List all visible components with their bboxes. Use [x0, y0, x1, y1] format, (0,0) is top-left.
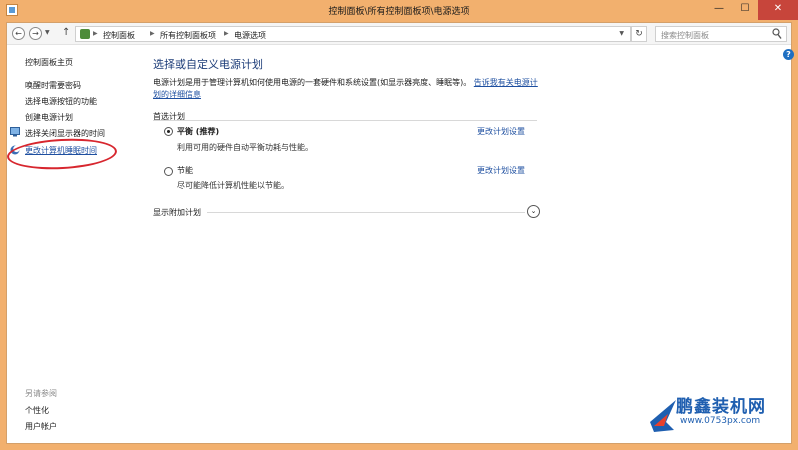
plan-power-saver-name[interactable]: 节能	[177, 165, 193, 176]
see-also-personalization[interactable]: 个性化	[25, 405, 49, 416]
window-title: 控制面板\所有控制面板项\电源选项	[328, 7, 470, 17]
sidebar-item-display-off[interactable]: 选择关闭显示器的时间	[25, 128, 105, 139]
expand-chevron-icon[interactable]: ⌄	[527, 205, 540, 218]
plan-balanced-description: 利用可用的硬件自动平衡功耗与性能。	[177, 143, 313, 152]
watermark-name: 鹏鑫装机网	[676, 397, 766, 417]
refresh-button[interactable]: ↻	[631, 26, 647, 42]
title-bar[interactable]: 控制面板\所有控制面板项\电源选项 — ☐ ✕	[0, 0, 798, 22]
see-also-heading: 另请参阅	[25, 389, 57, 398]
power-options-window: 控制面板\所有控制面板项\电源选项 — ☐ ✕ ← → ▼ ↑ ▶ 控制面板 ▶…	[0, 0, 798, 450]
sidebar-item-sleep-time[interactable]: 更改计算机睡眠时间	[25, 145, 97, 156]
see-also-user-accounts[interactable]: 用户帐户	[25, 421, 57, 432]
section-divider	[153, 120, 537, 121]
monitor-icon	[10, 127, 20, 137]
plan-balanced-name[interactable]: 平衡 (推荐)	[177, 126, 219, 137]
additional-plans-divider	[207, 212, 525, 213]
maximize-button[interactable]: ☐	[732, 0, 758, 20]
plan-balanced-change-settings-link[interactable]: 更改计划设置	[477, 126, 525, 137]
search-input[interactable]: 搜索控制面板	[655, 26, 787, 42]
forward-button[interactable]: →	[29, 27, 42, 40]
back-button[interactable]: ←	[12, 27, 25, 40]
breadcrumb-power-options[interactable]: 电源选项	[234, 30, 266, 41]
minimize-button[interactable]: —	[706, 0, 732, 20]
show-additional-plans-label[interactable]: 显示附加计划	[153, 207, 201, 218]
breadcrumb-control-panel[interactable]: 控制面板	[103, 30, 135, 41]
watermark-url: www.0753px.com	[680, 416, 761, 426]
control-panel-icon	[80, 29, 90, 39]
plan-power-saver-change-settings-link[interactable]: 更改计划设置	[477, 165, 525, 176]
breadcrumb-separator-icon[interactable]: ▶	[224, 30, 229, 37]
page-title: 选择或自定义电源计划	[153, 58, 263, 71]
client-area: ← → ▼ ↑ ▶ 控制面板 ▶ 所有控制面板项 ▶ 电源选项 ▼ ↻ 搜索控制…	[6, 22, 794, 444]
plan-power-saver-description: 尽可能降低计算机性能以节能。	[177, 181, 289, 190]
search-icon[interactable]	[772, 28, 782, 40]
address-toolbar: ← → ▼ ↑ ▶ 控制面板 ▶ 所有控制面板项 ▶ 电源选项 ▼ ↻ 搜索控制…	[7, 23, 791, 45]
up-button[interactable]: ↑	[62, 27, 70, 38]
breadcrumb-separator-icon[interactable]: ▶	[93, 30, 98, 37]
close-button[interactable]: ✕	[758, 0, 798, 20]
moon-sleep-icon	[10, 145, 20, 155]
bird-logo-icon	[650, 400, 676, 432]
watermark-logo: 鹏鑫装机网 www.0753px.com	[648, 390, 794, 446]
plan-balanced-radio[interactable]	[164, 127, 173, 136]
breadcrumb-all-items[interactable]: 所有控制面板项	[160, 30, 216, 41]
sidebar-item-power-button[interactable]: 选择电源按钮的功能	[25, 96, 97, 107]
help-icon[interactable]: ?	[783, 49, 794, 60]
plan-power-saver-radio[interactable]	[164, 167, 173, 176]
page-description: 电源计划是用于管理计算机如何使用电源的一套硬件和系统设置(如显示器亮度、睡眠等)…	[153, 77, 543, 101]
sidebar-item-wakeup-password[interactable]: 唤醒时需要密码	[25, 80, 81, 91]
description-text: 电源计划是用于管理计算机如何使用电源的一套硬件和系统设置(如显示器亮度、睡眠等)…	[153, 78, 472, 87]
address-dropdown-icon[interactable]: ▼	[619, 30, 624, 37]
recent-locations-icon[interactable]: ▼	[45, 29, 50, 36]
sidebar-item-home[interactable]: 控制面板主页	[25, 57, 73, 68]
search-placeholder: 搜索控制面板	[661, 31, 709, 40]
address-bar[interactable]: ▶ 控制面板 ▶ 所有控制面板项 ▶ 电源选项 ▼	[75, 26, 631, 42]
sidebar-item-create-plan[interactable]: 创建电源计划	[25, 112, 73, 123]
breadcrumb-separator-icon[interactable]: ▶	[150, 30, 155, 37]
